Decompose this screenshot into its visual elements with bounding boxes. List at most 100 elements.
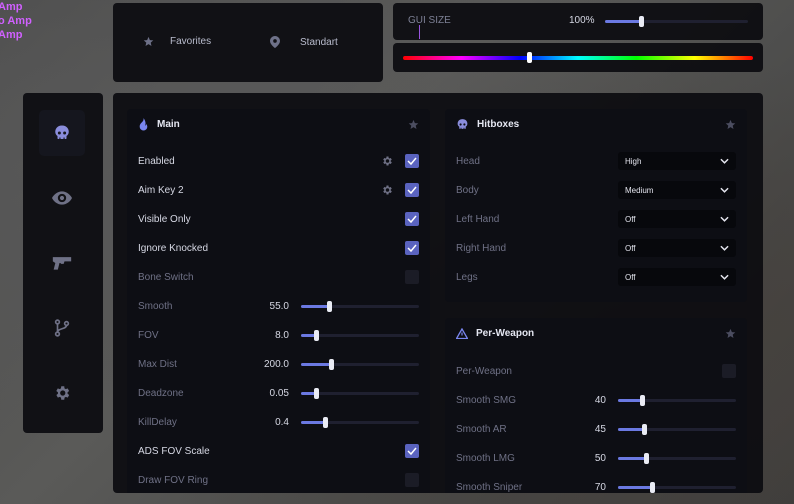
bone-switch-row[interactable]: Bone Switch xyxy=(138,267,419,287)
per-weapon-toggle-label: Per-Weapon xyxy=(456,365,512,377)
ads-fov-checkbox[interactable] xyxy=(405,444,419,458)
slider-knob[interactable] xyxy=(314,329,320,341)
visible-only-row[interactable]: Visible Only xyxy=(138,209,419,229)
fov-slider[interactable] xyxy=(301,329,419,341)
slider-fill xyxy=(301,304,330,308)
select-value: Off xyxy=(625,214,636,224)
sidebar xyxy=(23,93,103,433)
slider-fill xyxy=(618,398,642,402)
hitbox-row: Legs Off xyxy=(456,267,736,287)
slider-knob[interactable] xyxy=(644,452,650,464)
hitbox-label: Head xyxy=(456,155,480,167)
max-dist-slider[interactable] xyxy=(301,358,419,370)
smooth-lmg-row: Smooth LMG 50 xyxy=(456,448,736,468)
sidebar-item-visuals[interactable] xyxy=(39,175,85,221)
hue-knob[interactable] xyxy=(527,52,532,63)
smooth-lmg-value: 50 xyxy=(594,452,606,464)
flame-icon xyxy=(139,117,148,130)
hitbox-row: Head High xyxy=(456,151,736,171)
check-icon xyxy=(407,447,417,455)
gui-size-slider[interactable] xyxy=(605,16,748,27)
hitbox-row: Left Hand Off xyxy=(456,209,736,229)
enabled-row[interactable]: Enabled xyxy=(138,151,419,171)
max-dist-label: Max Dist xyxy=(138,358,177,370)
ads-fov-label: ADS FOV Scale xyxy=(138,445,210,457)
fov-row: FOV 8.0 xyxy=(138,325,419,345)
enabled-checkbox[interactable] xyxy=(405,154,419,168)
slider-knob[interactable] xyxy=(638,16,644,27)
overlay-list-item: o Amp xyxy=(0,15,32,27)
hitboxes-card-title: Hitboxes xyxy=(477,118,520,130)
kill-delay-row: KillDelay 0.4 xyxy=(138,412,419,432)
sidebar-item-aimbot[interactable] xyxy=(39,110,85,156)
overlay-list-item: Amp xyxy=(0,29,23,41)
smooth-ar-value: 45 xyxy=(594,423,606,435)
slider-knob[interactable] xyxy=(327,300,333,312)
per-weapon-checkbox[interactable] xyxy=(722,364,736,378)
config-button[interactable]: Standart xyxy=(270,36,338,48)
visible-only-checkbox[interactable] xyxy=(405,212,419,226)
select-value: High xyxy=(625,156,642,166)
gear-icon[interactable] xyxy=(381,184,393,196)
hitbox-select[interactable]: Off xyxy=(618,239,736,257)
ignore-knocked-checkbox[interactable] xyxy=(405,241,419,255)
hue-slider[interactable] xyxy=(403,52,753,63)
slider-fill xyxy=(618,456,647,460)
aimkey-row[interactable]: Aim Key 2 xyxy=(138,180,419,200)
sidebar-item-weapons[interactable] xyxy=(39,240,85,286)
hitboxes-card-header: Hitboxes xyxy=(456,116,736,132)
favorite-star-icon[interactable] xyxy=(408,119,419,130)
favorites-bar: Favorites Standart xyxy=(113,3,383,82)
smooth-sniper-value: 70 xyxy=(594,481,606,493)
per-weapon-toggle-row[interactable]: Per-Weapon xyxy=(456,361,736,381)
smooth-value: 55.0 xyxy=(269,300,289,312)
hitbox-row: Right Hand Off xyxy=(456,238,736,258)
hitbox-select[interactable]: Off xyxy=(618,268,736,286)
favorites-button[interactable]: Favorites xyxy=(143,36,211,47)
kill-delay-slider[interactable] xyxy=(301,416,419,428)
smooth-ar-slider[interactable] xyxy=(618,423,736,435)
hitbox-select[interactable]: Medium xyxy=(618,181,736,199)
bone-switch-checkbox[interactable] xyxy=(405,270,419,284)
favorites-label: Favorites xyxy=(170,36,212,47)
aimkey-label: Aim Key 2 xyxy=(138,184,184,196)
sidebar-item-settings[interactable] xyxy=(39,370,85,416)
favorite-star-icon[interactable] xyxy=(725,119,736,130)
smooth-slider[interactable] xyxy=(301,300,419,312)
main-card-title: Main xyxy=(157,118,180,130)
smooth-row: Smooth 55.0 xyxy=(138,296,419,316)
ads-fov-row[interactable]: ADS FOV Scale xyxy=(138,441,419,461)
favorite-star-icon[interactable] xyxy=(725,328,736,339)
gear-icon[interactable] xyxy=(381,155,393,167)
aimkey-checkbox[interactable] xyxy=(405,183,419,197)
deadzone-slider[interactable] xyxy=(301,387,419,399)
overlay-list-item: Amp xyxy=(0,1,23,13)
smooth-sniper-slider[interactable] xyxy=(618,481,736,493)
slider-knob[interactable] xyxy=(322,416,328,428)
slider-knob[interactable] xyxy=(639,394,645,406)
gui-size-label: GUI SIZE xyxy=(408,15,451,26)
hitbox-row: Body Medium xyxy=(456,180,736,200)
draw-fov-row[interactable]: Draw FOV Ring xyxy=(138,470,419,490)
draw-fov-label: Draw FOV Ring xyxy=(138,474,209,486)
hitbox-select[interactable]: High xyxy=(618,152,736,170)
config-label: Standart xyxy=(300,36,338,48)
ignore-knocked-row[interactable]: Ignore Knocked xyxy=(138,238,419,258)
hitboxes-card: Hitboxes Head High Body Medium Left Hand… xyxy=(445,109,747,302)
smooth-label: Smooth xyxy=(138,300,173,312)
slider-knob[interactable] xyxy=(641,423,647,435)
slider-knob[interactable] xyxy=(650,481,656,493)
slider-knob[interactable] xyxy=(328,358,334,370)
per-weapon-card-header: Per-Weapon xyxy=(456,325,736,341)
draw-fov-checkbox[interactable] xyxy=(405,473,419,487)
slider-knob[interactable] xyxy=(314,387,320,399)
gear-icon xyxy=(56,386,70,400)
deadzone-value: 0.05 xyxy=(269,387,289,399)
sidebar-item-misc[interactable] xyxy=(39,305,85,351)
hitbox-label: Body xyxy=(456,184,479,196)
kill-delay-value: 0.4 xyxy=(275,416,289,428)
smooth-smg-slider[interactable] xyxy=(618,394,736,406)
hitbox-select[interactable]: Off xyxy=(618,210,736,228)
smooth-lmg-slider[interactable] xyxy=(618,452,736,464)
gui-size-value: 100% xyxy=(569,15,595,26)
